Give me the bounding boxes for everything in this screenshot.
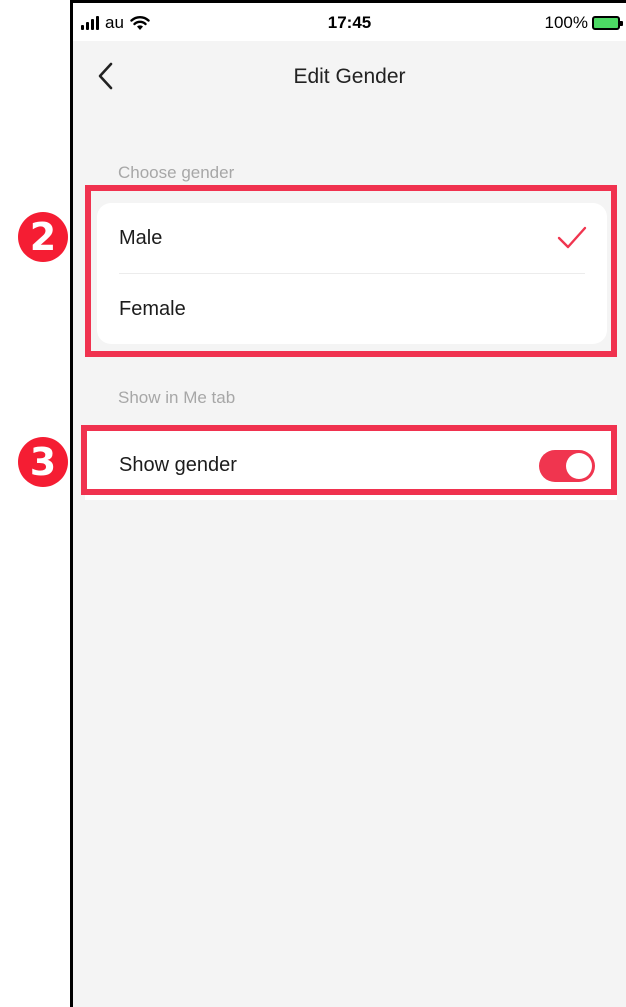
show-in-me-tab-header: Show in Me tab [118,388,236,407]
show-gender-toggle[interactable] [539,450,595,482]
battery-percent: 100% [544,13,588,32]
gender-option-female[interactable]: Female [97,274,607,344]
battery-icon [592,16,623,30]
step-3-badge: 3 [18,437,68,487]
gender-option-label: Female [119,297,186,320]
gender-option-male[interactable]: Male [97,203,607,273]
choose-gender-header: Choose gender [118,163,235,182]
step-2-badge: 2 [18,212,68,262]
page-title: Edit Gender [293,65,406,88]
status-right: 100% [544,13,623,33]
toggle-knob [566,453,592,479]
checkmark-icon [557,226,587,249]
gender-option-label: Male [119,226,163,249]
phone-screen: au 17:45 100% Edit Gender Choose gender … [70,0,626,1007]
status-bar: au 17:45 100% [73,3,626,41]
show-gender-row: Show gender [85,430,617,500]
gender-options-card: Male Female [97,203,607,344]
status-time: 17:45 [327,13,372,32]
nav-bar: Edit Gender [73,41,626,113]
show-gender-card: Show gender [85,430,617,500]
show-gender-label: Show gender [119,453,237,476]
